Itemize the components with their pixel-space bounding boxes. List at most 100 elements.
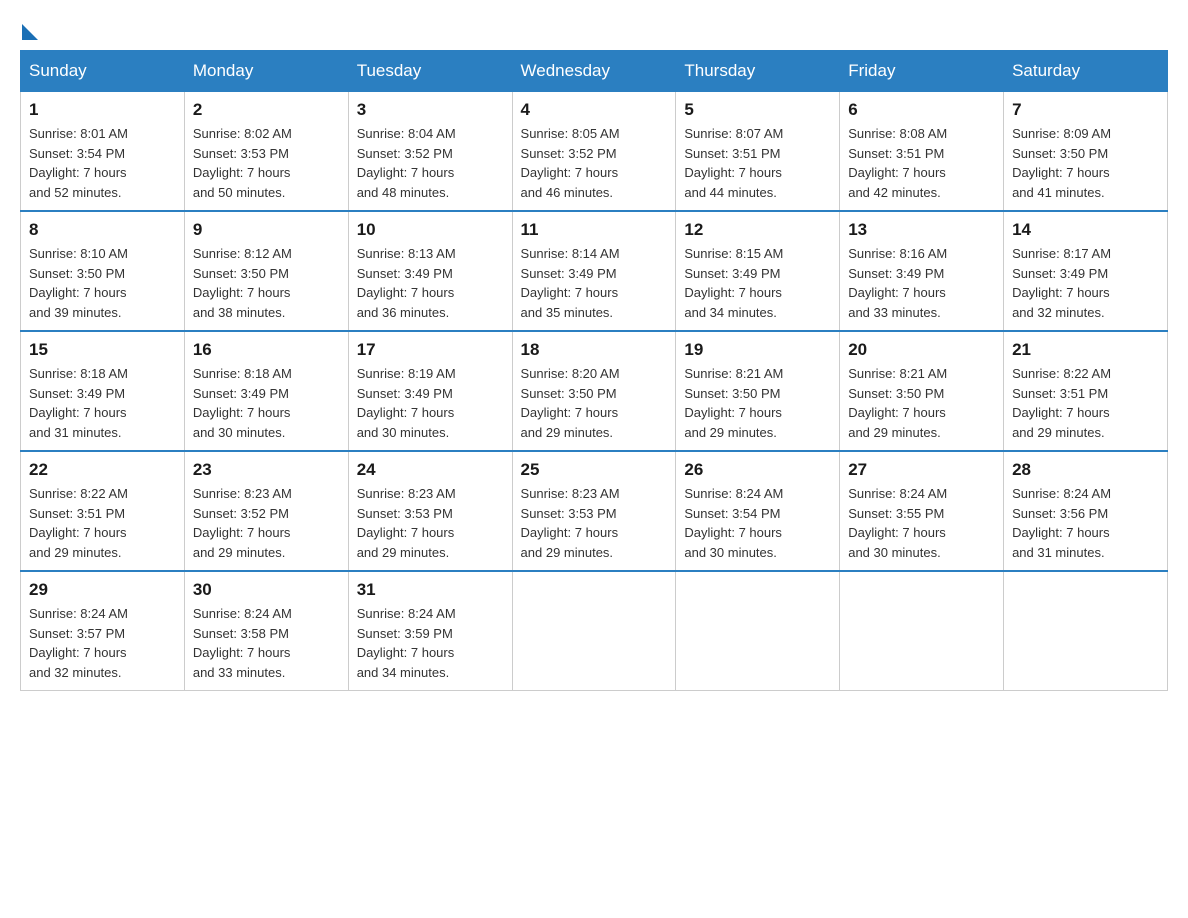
calendar-cell: 16 Sunrise: 8:18 AMSunset: 3:49 PMDaylig… — [184, 331, 348, 451]
calendar-cell: 18 Sunrise: 8:20 AMSunset: 3:50 PMDaylig… — [512, 331, 676, 451]
day-info: Sunrise: 8:23 AMSunset: 3:52 PMDaylight:… — [193, 484, 340, 562]
day-number: 2 — [193, 100, 340, 120]
day-number: 10 — [357, 220, 504, 240]
day-info: Sunrise: 8:21 AMSunset: 3:50 PMDaylight:… — [684, 364, 831, 442]
calendar-cell: 14 Sunrise: 8:17 AMSunset: 3:49 PMDaylig… — [1004, 211, 1168, 331]
day-info: Sunrise: 8:23 AMSunset: 3:53 PMDaylight:… — [521, 484, 668, 562]
day-info: Sunrise: 8:22 AMSunset: 3:51 PMDaylight:… — [29, 484, 176, 562]
calendar-cell: 20 Sunrise: 8:21 AMSunset: 3:50 PMDaylig… — [840, 331, 1004, 451]
day-of-week-header: Thursday — [676, 51, 840, 92]
calendar-week-row: 1 Sunrise: 8:01 AMSunset: 3:54 PMDayligh… — [21, 92, 1168, 212]
day-number: 7 — [1012, 100, 1159, 120]
day-info: Sunrise: 8:08 AMSunset: 3:51 PMDaylight:… — [848, 124, 995, 202]
day-number: 11 — [521, 220, 668, 240]
logo-triangle-icon — [22, 24, 38, 40]
calendar-cell: 29 Sunrise: 8:24 AMSunset: 3:57 PMDaylig… — [21, 571, 185, 691]
day-of-week-header: Sunday — [21, 51, 185, 92]
day-number: 24 — [357, 460, 504, 480]
day-info: Sunrise: 8:02 AMSunset: 3:53 PMDaylight:… — [193, 124, 340, 202]
logo — [20, 20, 38, 40]
day-info: Sunrise: 8:09 AMSunset: 3:50 PMDaylight:… — [1012, 124, 1159, 202]
day-info: Sunrise: 8:24 AMSunset: 3:54 PMDaylight:… — [684, 484, 831, 562]
day-number: 29 — [29, 580, 176, 600]
calendar-cell: 13 Sunrise: 8:16 AMSunset: 3:49 PMDaylig… — [840, 211, 1004, 331]
calendar-cell — [1004, 571, 1168, 691]
day-info: Sunrise: 8:13 AMSunset: 3:49 PMDaylight:… — [357, 244, 504, 322]
day-number: 19 — [684, 340, 831, 360]
calendar-cell: 6 Sunrise: 8:08 AMSunset: 3:51 PMDayligh… — [840, 92, 1004, 212]
day-info: Sunrise: 8:21 AMSunset: 3:50 PMDaylight:… — [848, 364, 995, 442]
day-number: 16 — [193, 340, 340, 360]
calendar-cell: 4 Sunrise: 8:05 AMSunset: 3:52 PMDayligh… — [512, 92, 676, 212]
day-info: Sunrise: 8:24 AMSunset: 3:59 PMDaylight:… — [357, 604, 504, 682]
calendar-cell: 26 Sunrise: 8:24 AMSunset: 3:54 PMDaylig… — [676, 451, 840, 571]
day-info: Sunrise: 8:04 AMSunset: 3:52 PMDaylight:… — [357, 124, 504, 202]
calendar-cell: 12 Sunrise: 8:15 AMSunset: 3:49 PMDaylig… — [676, 211, 840, 331]
day-number: 23 — [193, 460, 340, 480]
day-number: 8 — [29, 220, 176, 240]
day-info: Sunrise: 8:23 AMSunset: 3:53 PMDaylight:… — [357, 484, 504, 562]
day-info: Sunrise: 8:17 AMSunset: 3:49 PMDaylight:… — [1012, 244, 1159, 322]
day-info: Sunrise: 8:24 AMSunset: 3:57 PMDaylight:… — [29, 604, 176, 682]
day-info: Sunrise: 8:10 AMSunset: 3:50 PMDaylight:… — [29, 244, 176, 322]
day-number: 3 — [357, 100, 504, 120]
day-number: 5 — [684, 100, 831, 120]
calendar-cell: 3 Sunrise: 8:04 AMSunset: 3:52 PMDayligh… — [348, 92, 512, 212]
calendar-cell: 10 Sunrise: 8:13 AMSunset: 3:49 PMDaylig… — [348, 211, 512, 331]
calendar-cell: 2 Sunrise: 8:02 AMSunset: 3:53 PMDayligh… — [184, 92, 348, 212]
calendar-cell: 25 Sunrise: 8:23 AMSunset: 3:53 PMDaylig… — [512, 451, 676, 571]
calendar-cell: 24 Sunrise: 8:23 AMSunset: 3:53 PMDaylig… — [348, 451, 512, 571]
day-number: 30 — [193, 580, 340, 600]
calendar-cell: 23 Sunrise: 8:23 AMSunset: 3:52 PMDaylig… — [184, 451, 348, 571]
day-number: 21 — [1012, 340, 1159, 360]
day-info: Sunrise: 8:24 AMSunset: 3:58 PMDaylight:… — [193, 604, 340, 682]
day-number: 28 — [1012, 460, 1159, 480]
calendar-cell: 27 Sunrise: 8:24 AMSunset: 3:55 PMDaylig… — [840, 451, 1004, 571]
day-number: 14 — [1012, 220, 1159, 240]
day-info: Sunrise: 8:22 AMSunset: 3:51 PMDaylight:… — [1012, 364, 1159, 442]
day-number: 6 — [848, 100, 995, 120]
page-header — [20, 20, 1168, 40]
day-of-week-header: Monday — [184, 51, 348, 92]
day-of-week-header: Wednesday — [512, 51, 676, 92]
calendar-cell: 22 Sunrise: 8:22 AMSunset: 3:51 PMDaylig… — [21, 451, 185, 571]
day-info: Sunrise: 8:18 AMSunset: 3:49 PMDaylight:… — [193, 364, 340, 442]
day-info: Sunrise: 8:19 AMSunset: 3:49 PMDaylight:… — [357, 364, 504, 442]
day-info: Sunrise: 8:07 AMSunset: 3:51 PMDaylight:… — [684, 124, 831, 202]
calendar-cell: 8 Sunrise: 8:10 AMSunset: 3:50 PMDayligh… — [21, 211, 185, 331]
calendar-cell — [512, 571, 676, 691]
calendar-cell: 1 Sunrise: 8:01 AMSunset: 3:54 PMDayligh… — [21, 92, 185, 212]
calendar-header-row: SundayMondayTuesdayWednesdayThursdayFrid… — [21, 51, 1168, 92]
calendar-cell: 9 Sunrise: 8:12 AMSunset: 3:50 PMDayligh… — [184, 211, 348, 331]
calendar-cell: 28 Sunrise: 8:24 AMSunset: 3:56 PMDaylig… — [1004, 451, 1168, 571]
day-info: Sunrise: 8:20 AMSunset: 3:50 PMDaylight:… — [521, 364, 668, 442]
day-number: 31 — [357, 580, 504, 600]
day-info: Sunrise: 8:24 AMSunset: 3:56 PMDaylight:… — [1012, 484, 1159, 562]
day-info: Sunrise: 8:05 AMSunset: 3:52 PMDaylight:… — [521, 124, 668, 202]
day-info: Sunrise: 8:15 AMSunset: 3:49 PMDaylight:… — [684, 244, 831, 322]
day-number: 13 — [848, 220, 995, 240]
day-number: 12 — [684, 220, 831, 240]
day-of-week-header: Saturday — [1004, 51, 1168, 92]
calendar-cell: 11 Sunrise: 8:14 AMSunset: 3:49 PMDaylig… — [512, 211, 676, 331]
calendar-cell: 17 Sunrise: 8:19 AMSunset: 3:49 PMDaylig… — [348, 331, 512, 451]
calendar-week-row: 29 Sunrise: 8:24 AMSunset: 3:57 PMDaylig… — [21, 571, 1168, 691]
day-info: Sunrise: 8:01 AMSunset: 3:54 PMDaylight:… — [29, 124, 176, 202]
calendar-cell — [840, 571, 1004, 691]
day-number: 18 — [521, 340, 668, 360]
calendar-week-row: 8 Sunrise: 8:10 AMSunset: 3:50 PMDayligh… — [21, 211, 1168, 331]
day-number: 22 — [29, 460, 176, 480]
calendar-week-row: 22 Sunrise: 8:22 AMSunset: 3:51 PMDaylig… — [21, 451, 1168, 571]
day-number: 26 — [684, 460, 831, 480]
day-number: 9 — [193, 220, 340, 240]
day-info: Sunrise: 8:18 AMSunset: 3:49 PMDaylight:… — [29, 364, 176, 442]
day-info: Sunrise: 8:14 AMSunset: 3:49 PMDaylight:… — [521, 244, 668, 322]
calendar-cell: 21 Sunrise: 8:22 AMSunset: 3:51 PMDaylig… — [1004, 331, 1168, 451]
day-number: 17 — [357, 340, 504, 360]
calendar-cell: 7 Sunrise: 8:09 AMSunset: 3:50 PMDayligh… — [1004, 92, 1168, 212]
day-info: Sunrise: 8:16 AMSunset: 3:49 PMDaylight:… — [848, 244, 995, 322]
calendar-table: SundayMondayTuesdayWednesdayThursdayFrid… — [20, 50, 1168, 691]
calendar-cell: 31 Sunrise: 8:24 AMSunset: 3:59 PMDaylig… — [348, 571, 512, 691]
day-number: 4 — [521, 100, 668, 120]
day-number: 25 — [521, 460, 668, 480]
